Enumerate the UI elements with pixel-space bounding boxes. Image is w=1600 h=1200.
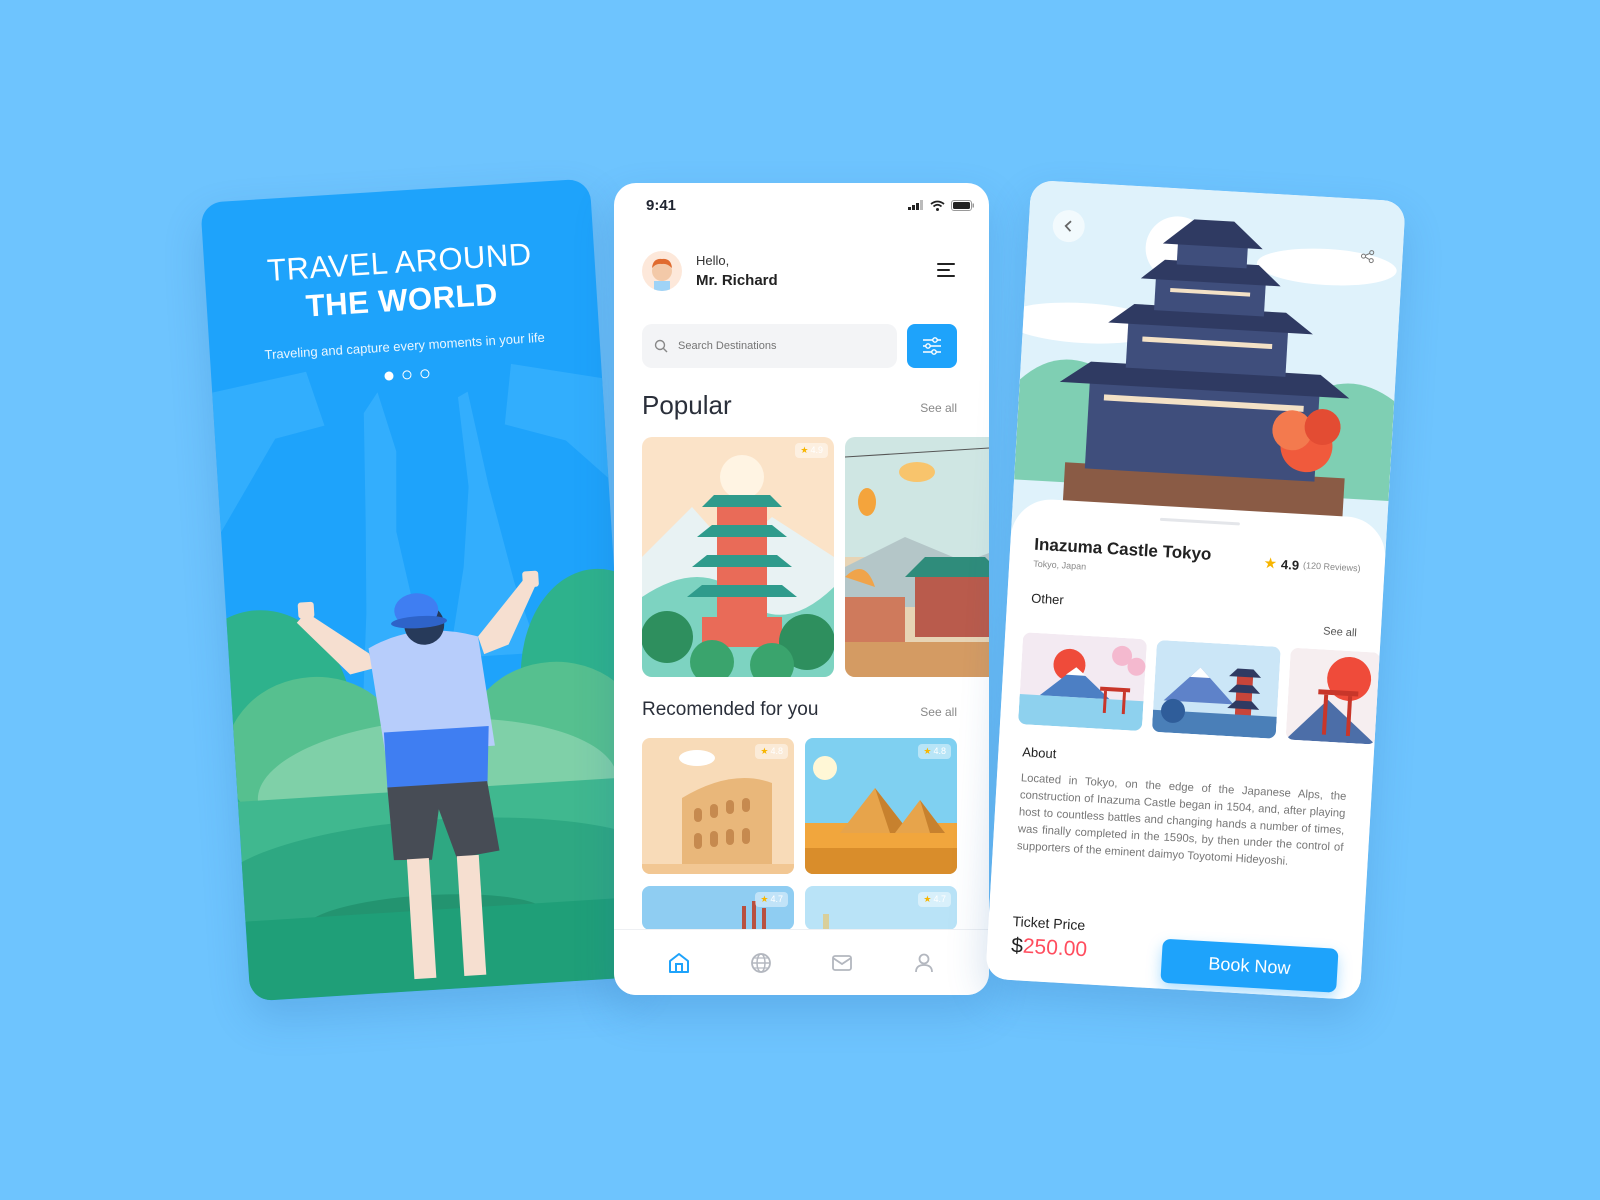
status-bar: 9:41 xyxy=(646,193,975,217)
price-value: 250.00 xyxy=(1022,934,1088,962)
star-icon: ★ xyxy=(760,746,769,756)
home-icon[interactable] xyxy=(667,951,691,975)
star-icon: ★ xyxy=(923,746,932,756)
rating-badge: ★ 4.9 xyxy=(795,443,828,458)
popular-card[interactable] xyxy=(845,437,989,677)
star-icon: ★ xyxy=(923,894,932,904)
rating-value: 4.7 xyxy=(933,894,946,904)
fuji-torii-image xyxy=(1017,632,1148,732)
detail-screen: Inazuma Castle Tokyo Tokyo, Japan ★ 4.9 … xyxy=(985,179,1406,1001)
other-see-all-link[interactable]: See all xyxy=(1323,625,1357,639)
recommended-title: Recomended for you xyxy=(642,699,819,720)
star-icon: ★ xyxy=(800,445,809,455)
page-dot-2[interactable] xyxy=(401,370,412,380)
ticket-price: $250.00 xyxy=(1011,934,1088,962)
village-image xyxy=(845,437,989,677)
search-input[interactable] xyxy=(676,339,880,353)
about-text: Located in Tokyo, on the edge of the Jap… xyxy=(1016,772,1347,868)
pagoda-image xyxy=(642,437,834,677)
wifi-icon xyxy=(930,200,945,211)
signal-icon xyxy=(908,200,923,210)
other-card[interactable] xyxy=(1151,639,1281,739)
avatar[interactable] xyxy=(642,251,682,291)
home-screen: 9:41 Hello, Mr. Richard Search Destinati… xyxy=(614,183,989,995)
place-location: Tokyo, Japan xyxy=(1032,558,1087,572)
popular-title: Popular xyxy=(642,390,732,420)
globe-icon[interactable] xyxy=(749,951,773,975)
mail-icon[interactable] xyxy=(830,951,854,975)
book-now-button[interactable]: Book Now xyxy=(1160,938,1339,993)
page-dot-1[interactable] xyxy=(383,371,394,381)
drag-handle[interactable] xyxy=(1159,517,1240,526)
other-card[interactable] xyxy=(1285,647,1381,745)
share-button[interactable] xyxy=(1360,249,1375,269)
star-icon: ★ xyxy=(760,894,769,904)
review-count: (120 Reviews) xyxy=(1302,560,1361,574)
greeting-name: Mr. Richard xyxy=(696,272,778,289)
place-rating: ★ 4.9 (120 Reviews) xyxy=(1263,554,1361,578)
popular-card[interactable]: ★ 4.9 xyxy=(642,437,834,677)
menu-icon[interactable] xyxy=(937,263,959,281)
profile-icon[interactable] xyxy=(912,951,936,975)
detail-sheet: Inazuma Castle Tokyo Tokyo, Japan ★ 4.9 … xyxy=(985,497,1388,1001)
rating-value: 4.9 xyxy=(1280,556,1300,573)
sliders-icon xyxy=(923,337,941,355)
battery-icon xyxy=(951,199,974,211)
star-icon: ★ xyxy=(1263,554,1278,573)
bottom-navigation xyxy=(614,929,989,995)
recommended-card[interactable]: ★ 4.8 xyxy=(805,738,957,874)
ticket-price-label: Ticket Price xyxy=(1012,913,1086,934)
other-card[interactable] xyxy=(1017,632,1148,732)
recommended-card[interactable]: ★ 4.7 xyxy=(642,886,794,930)
user-avatar-icon xyxy=(652,258,672,291)
rating-value: 4.8 xyxy=(933,746,946,756)
rating-badge: ★ 4.8 xyxy=(918,744,951,759)
greeting-hello: Hello, xyxy=(696,253,730,268)
popular-see-all-link[interactable]: See all xyxy=(920,401,957,415)
recommended-card[interactable]: ★ 4.7 xyxy=(805,886,957,930)
recommended-see-all-link[interactable]: See all xyxy=(920,705,957,719)
chevron-left-icon xyxy=(1064,220,1072,232)
rating-value: 4.8 xyxy=(770,746,783,756)
status-time: 9:41 xyxy=(646,196,677,214)
rating-badge: ★ 4.7 xyxy=(755,892,788,907)
greeting: Hello, Mr. Richard xyxy=(642,251,778,291)
rating-value: 4.7 xyxy=(770,894,783,904)
onboarding-screen: TRAVEL AROUND THE WORLD Traveling and ca… xyxy=(200,178,640,1002)
search-icon xyxy=(654,339,668,353)
rating-badge: ★ 4.8 xyxy=(755,744,788,759)
recommended-card[interactable]: ★ 4.8 xyxy=(642,738,794,874)
filter-button[interactable] xyxy=(907,324,957,368)
page-dot-3[interactable] xyxy=(419,369,430,379)
rating-value: 4.9 xyxy=(810,445,823,455)
torii-sunset-image xyxy=(1285,647,1381,745)
search-bar[interactable] xyxy=(642,324,897,368)
about-title: About xyxy=(1021,744,1057,762)
other-title: Other xyxy=(1030,590,1065,608)
mountain-pagoda-image xyxy=(1151,639,1281,739)
rating-badge: ★ 4.7 xyxy=(918,892,951,907)
share-icon xyxy=(1360,250,1375,264)
